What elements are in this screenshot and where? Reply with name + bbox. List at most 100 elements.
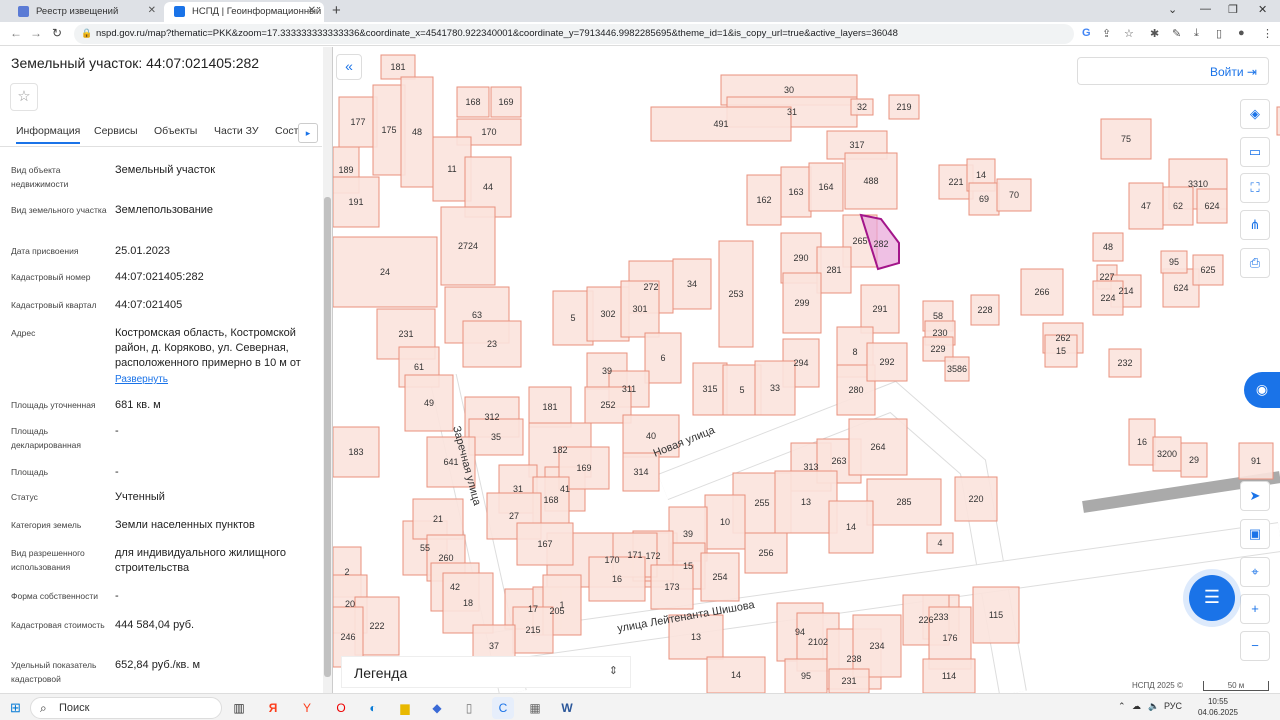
folder-icon[interactable]: ▆ <box>394 697 416 719</box>
maximize-icon[interactable]: ❐ <box>1228 3 1238 16</box>
parcel-label: 163 <box>788 187 803 197</box>
login-button[interactable]: Войти ⇥ <box>1077 57 1269 85</box>
windows-start-icon[interactable]: ⊞ <box>10 700 21 716</box>
reload-icon[interactable]: ↻ <box>52 26 62 40</box>
panel-scrollbar[interactable] <box>323 47 332 693</box>
parcel-label: 215 <box>525 625 540 635</box>
ruler-icon[interactable]: ▭ <box>1240 137 1270 167</box>
tab-objects[interactable]: Объекты <box>154 125 197 137</box>
back-icon[interactable]: ← <box>10 26 22 40</box>
chevron-up-icon[interactable]: ⌃ <box>1118 701 1126 712</box>
collapse-panel-icon[interactable]: « <box>336 54 362 80</box>
zoom-out-icon[interactable]: − <box>1240 631 1270 661</box>
login-label: Войти <box>1210 65 1244 79</box>
word-icon[interactable]: W <box>556 697 578 719</box>
parcel-label: 228 <box>977 305 992 315</box>
row-label: Кадастровый квартал <box>11 300 97 310</box>
photo-app-icon[interactable]: ▦ <box>524 697 546 719</box>
yandex-icon[interactable]: Я <box>262 697 284 719</box>
parcel-label: 221 <box>948 177 963 187</box>
volume-icon[interactable]: 🔈 <box>1148 701 1159 712</box>
parcel-label: 69 <box>979 194 989 204</box>
row-value: - <box>115 425 119 437</box>
forward-icon[interactable]: → <box>30 26 42 40</box>
tab-nspd[interactable]: НСПД | Геоинформационный п ✕ <box>164 2 324 22</box>
download-icon[interactable]: ⤓ <box>1194 27 1199 40</box>
parcel-label: 5 <box>739 385 744 395</box>
parcel-label: 55 <box>420 543 430 553</box>
scrollbar-thumb[interactable] <box>324 197 331 677</box>
row-label: Площадь декларированная <box>11 426 81 450</box>
cadastral-map[interactable]: 1813031 32 219491168 169170177175 48317189 11… <box>333 47 1280 693</box>
taskbar-search[interactable]: ⌕ Поиск <box>30 697 222 719</box>
parcel-label: 173 <box>664 582 679 592</box>
parcel-label: 33 <box>770 383 780 393</box>
app-icon[interactable]: ◆ <box>426 697 448 719</box>
parcel-label: 27 <box>509 511 519 521</box>
chrome-app-icon[interactable]: C <box>492 697 514 719</box>
parcel-label: 625 <box>1200 265 1215 275</box>
row-value: - <box>115 590 119 602</box>
close-tab-icon[interactable]: ✕ <box>148 5 156 16</box>
sidebar-icon[interactable]: ▯ <box>1216 27 1222 40</box>
close-window-icon[interactable]: ✕ <box>1258 3 1267 16</box>
tab-composition[interactable]: Состав <box>275 125 299 137</box>
info-widget-icon[interactable]: ◉ <box>1244 372 1280 408</box>
profile-icon[interactable]: ● <box>1238 27 1245 39</box>
yandex-browser-icon[interactable]: Y <box>296 697 318 719</box>
task-view-icon[interactable]: ▥ <box>228 697 250 719</box>
chat-button[interactable]: ☰ <box>1189 575 1235 621</box>
url-field[interactable]: 🔒 nspd.gov.ru/map?thematic=PKK&zoom=17.3… <box>74 24 1074 44</box>
network-icon[interactable]: ☁ <box>1132 701 1141 712</box>
legend-dropdown[interactable]: Легенда ⇕ <box>341 656 631 688</box>
parcel-label: 169 <box>498 97 513 107</box>
parcel-label: 61 <box>414 362 424 372</box>
extension-icon[interactable]: ✎ <box>1172 27 1181 40</box>
bookmark-star-icon[interactable]: ☆ <box>1124 27 1134 40</box>
select-area-icon[interactable]: ⛶ <box>1240 173 1270 203</box>
tab-services[interactable]: Сервисы <box>94 125 138 137</box>
parcel-label: 34 <box>687 279 697 289</box>
close-tab-icon[interactable]: ✕ <box>308 5 316 16</box>
search-label: Поиск <box>59 702 90 714</box>
file-icon[interactable]: ▯ <box>458 697 480 719</box>
browser-icon[interactable]: ◐ <box>362 697 384 719</box>
tab-parts[interactable]: Части ЗУ <box>214 125 259 137</box>
map-view[interactable]: 181 30 31 32 219 491 168 169 170 177 175 48 317 189 11… <box>333 47 1280 693</box>
panel-title: Земельный участок: 44:07:021405:282 <box>11 55 260 71</box>
chevron-down-icon[interactable]: ⌄ <box>1168 3 1177 16</box>
parcel-label: 167 <box>537 539 552 549</box>
clock[interactable]: 10:55 04.06.2025 <box>1196 696 1240 718</box>
zoom-in-icon[interactable]: + <box>1240 594 1270 624</box>
favicon-icon <box>18 6 29 17</box>
favorite-star-icon[interactable]: ☆ <box>10 83 38 111</box>
minimap-icon[interactable]: ▣ <box>1240 519 1270 549</box>
share-icon[interactable]: ⇪ <box>1102 27 1111 40</box>
parcel-label: 20 <box>345 599 355 609</box>
new-tab-icon[interactable]: + <box>332 2 341 19</box>
locate-icon[interactable]: ➤ <box>1240 481 1270 511</box>
print-icon[interactable]: ⎙ <box>1240 248 1270 278</box>
parcel-label: 94 <box>795 627 805 637</box>
parcel-label: 39 <box>683 529 693 539</box>
tab-info[interactable]: Информация <box>16 125 81 144</box>
favicon-icon <box>174 6 185 17</box>
expand-link[interactable]: Развернуть <box>115 372 315 387</box>
share-icon[interactable]: ⋔ <box>1240 210 1270 240</box>
parcel-label: 183 <box>348 447 363 457</box>
tab-title: Реестр извещений <box>36 6 119 17</box>
extensions-icon[interactable]: ✱ <box>1150 27 1159 40</box>
parcel-label: 13 <box>691 632 701 642</box>
layers-icon[interactable]: ◈ <box>1240 99 1270 129</box>
parcel-label: 37 <box>489 641 499 651</box>
tab-registry[interactable]: Реестр извещений ✕ <box>8 2 164 22</box>
google-icon[interactable]: G <box>1082 27 1091 39</box>
menu-icon[interactable]: ⋮ <box>1262 27 1273 40</box>
tabs-scroll-right-icon[interactable]: ▸ <box>298 123 318 143</box>
lang-label[interactable]: РУС <box>1164 701 1182 711</box>
row-label: Дата присвоения <box>11 246 79 256</box>
opera-icon[interactable]: O <box>330 697 352 719</box>
geolocation-icon[interactable]: ⌖ <box>1240 557 1270 587</box>
parcel-label: 164 <box>818 182 833 192</box>
minimize-icon[interactable]: — <box>1200 3 1211 15</box>
